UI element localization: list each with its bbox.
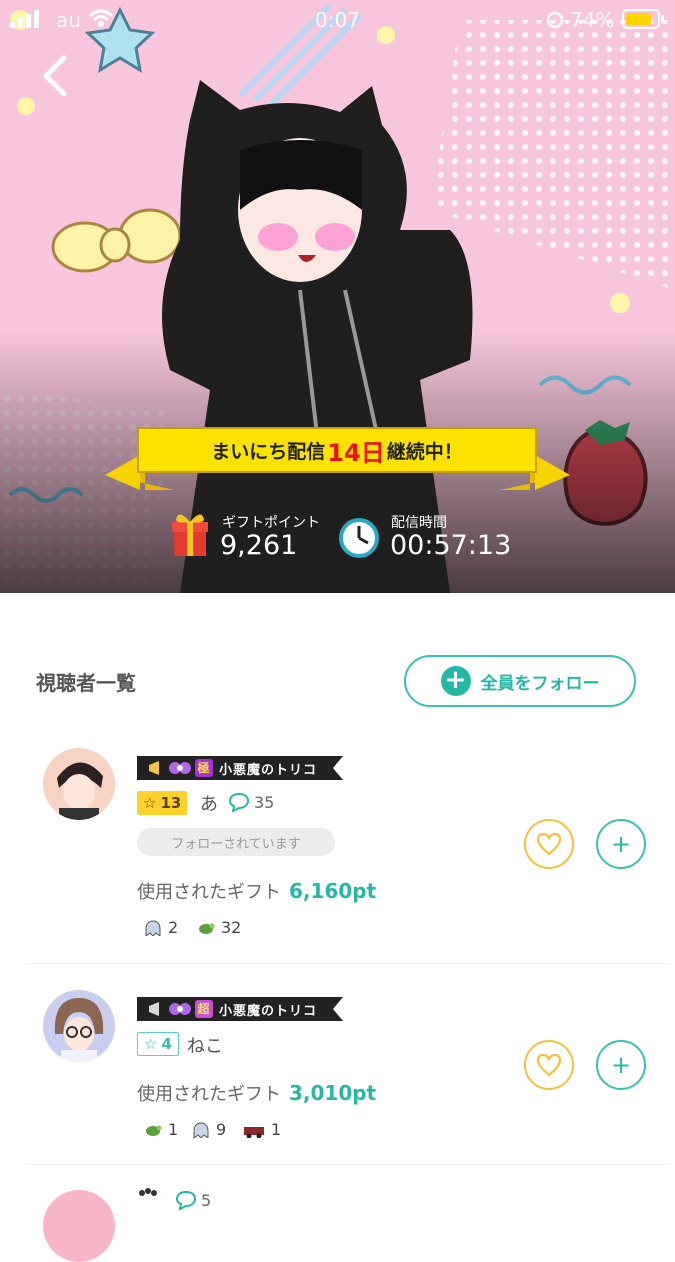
followed-status-badge: フォローされています <box>137 828 335 856</box>
comment-bubble-icon <box>228 792 250 812</box>
avatar[interactable] <box>43 1190 115 1262</box>
turtle-gift-icon <box>146 1125 162 1136</box>
streak-banner: まいにち配信 14日 継続中！ <box>138 430 536 470</box>
gift-item: 2 <box>144 918 178 937</box>
ghost-gift-icon <box>193 1121 209 1138</box>
streak-prefix: まいにち配信 <box>211 440 326 463</box>
title-rank-kanji: 極 <box>195 759 213 777</box>
follow-button[interactable]: + <box>596 1040 646 1090</box>
back-button[interactable] <box>34 52 78 100</box>
avatar[interactable] <box>43 748 115 820</box>
stream-result-hero: au 0:07 74% まいにち配信 14日 継続中！ ギフトポイント 9,26… <box>0 0 675 593</box>
comment-bubble-icon <box>175 1190 197 1210</box>
heart-icon <box>536 832 562 856</box>
ribbon-icon <box>169 1000 191 1018</box>
plus-icon: + <box>440 666 471 696</box>
title-rank-kanji: 超 <box>195 1000 213 1018</box>
follow-all-button[interactable]: + 全員をフォロー <box>404 655 636 707</box>
gift-used-points: 3,010pt <box>289 1081 377 1105</box>
level-value: 13 <box>160 794 182 812</box>
gift-item: 1 <box>144 1120 178 1139</box>
battery-icon <box>622 9 664 29</box>
level-value: 4 <box>161 1035 172 1053</box>
gift-used-label: 使用されたギフト 3,010pt <box>137 1080 376 1106</box>
stream-time-label: 配信時間 <box>391 515 447 531</box>
gift-points-value: 9,261 <box>220 530 298 561</box>
hero-background <box>0 0 675 593</box>
viewer-title-badge: 極 小悪魔のトリコ <box>137 756 343 780</box>
row-divider <box>28 963 668 964</box>
viewer-avatar-image <box>43 748 115 820</box>
avatar[interactable] <box>43 990 115 1062</box>
comment-count-value: 35 <box>254 792 275 812</box>
gift-count: 2 <box>168 918 179 937</box>
gift-count: 9 <box>216 1120 227 1139</box>
streak-suffix: 継続中！ <box>386 440 463 463</box>
star-icon: ☆ <box>144 1035 158 1053</box>
stream-time-value: 00:57:13 <box>390 530 512 561</box>
row-divider <box>28 1164 668 1165</box>
gift-used-points: 6,160pt <box>289 879 377 903</box>
gift-count: 1 <box>271 1120 282 1139</box>
orientation-lock-icon <box>546 11 564 29</box>
gift-used-text: 使用されたギフト <box>137 1084 281 1105</box>
comment-count: 5 <box>175 1190 211 1210</box>
paw-icon <box>139 1188 157 1196</box>
ribbon-icon <box>169 759 191 777</box>
level-badge: ☆ 4 <box>137 1032 179 1056</box>
like-button[interactable] <box>524 819 574 869</box>
gift-count: 1 <box>168 1120 179 1139</box>
megaphone-icon <box>147 759 167 777</box>
viewer-avatar-image <box>43 990 115 1062</box>
car-gift-icon <box>244 1126 264 1138</box>
comment-count: 35 <box>228 792 274 812</box>
gift-used-label: 使用されたギフト 6,160pt <box>137 878 376 904</box>
viewer-list-title: 視聴者一覧 <box>36 671 136 695</box>
gift-used-text: 使用されたギフト <box>137 882 281 903</box>
follow-all-label: 全員をフォロー <box>480 673 600 694</box>
ghost-gift-icon <box>145 919 161 936</box>
plus-icon: + <box>610 830 632 858</box>
viewer-name: あ <box>200 794 218 815</box>
comment-count-value: 5 <box>201 1190 212 1210</box>
heart-icon <box>536 1053 562 1077</box>
star-icon: ☆ <box>143 794 157 812</box>
like-button[interactable] <box>524 1040 574 1090</box>
battery-percent: 74% <box>570 8 615 32</box>
gift-points-label: ギフトポイント <box>222 515 320 531</box>
clock-icon <box>339 518 379 558</box>
gift-count: 32 <box>221 918 242 937</box>
gift-item: 9 <box>192 1120 226 1139</box>
status-bar: au 0:07 74% <box>0 0 675 40</box>
level-badge: ☆ 13 <box>137 791 188 815</box>
follow-button[interactable]: + <box>596 819 646 869</box>
viewer-name: ねこ <box>187 1036 223 1057</box>
turtle-gift-icon <box>199 923 215 934</box>
gift-item: 1 <box>243 1120 281 1139</box>
viewer-title-badge: 超 小悪魔のトリコ <box>137 997 343 1021</box>
megaphone-icon <box>147 1000 167 1018</box>
title-text: 小悪魔のトリコ <box>219 762 318 778</box>
gift-item: 32 <box>197 918 241 937</box>
chevron-left-icon <box>43 55 67 97</box>
plus-icon: + <box>610 1051 632 1079</box>
title-text: 小悪魔のトリコ <box>219 1003 318 1019</box>
streak-days: 14日 <box>327 438 385 467</box>
